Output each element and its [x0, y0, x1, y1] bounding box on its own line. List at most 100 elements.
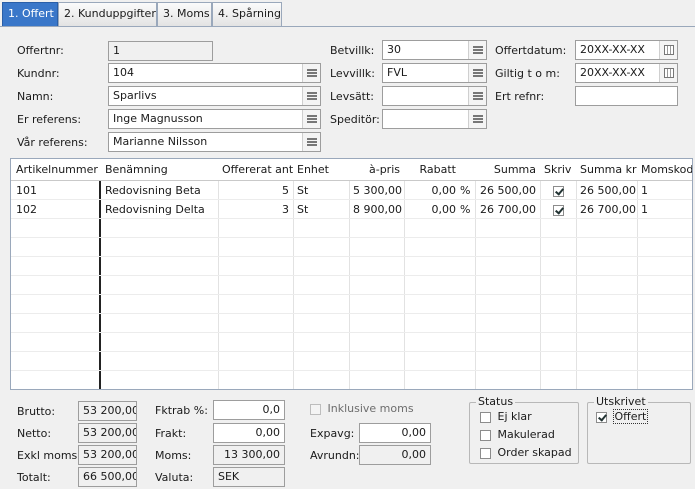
kundnr-label: Kundnr: — [17, 67, 60, 80]
col-artikelnummer[interactable]: Artikelnummer — [12, 159, 99, 181]
ej-klar-option[interactable]: Ej klar — [480, 410, 532, 423]
giltig-tom-value: 20XX-XX-XX — [580, 66, 645, 79]
makulerad-option[interactable]: Makulerad — [480, 428, 555, 441]
kundnr-field[interactable]: 104 — [108, 63, 321, 83]
table-row[interactable]: 101 Redovisning Beta 5 St 5 300,00 0,00 … — [11, 181, 692, 200]
inklusive-moms-option[interactable]: Inklusive moms — [310, 402, 414, 415]
speditor-label: Speditör: — [330, 113, 380, 126]
er-referens-field[interactable]: Inge Magnusson — [108, 109, 321, 129]
brutto-field: 53 200,00 — [78, 401, 137, 421]
col-rabatt[interactable]: Rabatt — [404, 159, 460, 181]
col-skriv[interactable]: Skriv — [540, 159, 576, 181]
offert-option[interactable]: Offert — [596, 409, 649, 424]
exkl-moms-label: Exkl moms: — [17, 449, 81, 462]
inklusive-moms-checkbox[interactable] — [310, 403, 321, 415]
frakt-field[interactable]: 0,00 — [213, 423, 285, 443]
brutto-label: Brutto: — [17, 405, 56, 418]
col-offererat-antal[interactable]: Offererat antal — [218, 159, 293, 181]
valuta-label: Valuta: — [155, 471, 194, 484]
empty-row[interactable] — [11, 352, 692, 371]
tab-offert[interactable]: 1. Offert — [2, 2, 58, 26]
cell-summa: 26 500,00 — [480, 184, 536, 197]
offertdatum-field[interactable]: 20XX-XX-XX — [575, 40, 678, 60]
levsatt-label: Levsätt: — [330, 90, 375, 103]
namn-field[interactable]: Sparlivs — [108, 86, 321, 106]
cell-skriv[interactable] — [540, 200, 576, 219]
empty-row[interactable] — [11, 333, 692, 352]
order-skapad-option[interactable]: Order skapad — [480, 446, 572, 459]
col-momskod[interactable]: Momskod — [637, 159, 692, 181]
col-benamning[interactable]: Benämning — [101, 159, 218, 181]
levvillk-field[interactable]: FVL — [382, 63, 487, 83]
cell-benamning: Redovisning Delta — [105, 203, 205, 216]
empty-row[interactable] — [11, 219, 692, 238]
var-referens-field[interactable]: Marianne Nilsson — [108, 132, 321, 152]
tab-moms[interactable]: 3. Moms — [157, 2, 212, 26]
list-lookup-icon[interactable] — [302, 64, 320, 82]
avrundn-field: 0,00 — [359, 445, 431, 465]
cell-antal: 3 — [282, 203, 289, 216]
skriv-checkbox[interactable] — [552, 185, 564, 197]
col-summa-kr[interactable]: Summa kr — [576, 159, 637, 181]
tab-sparning[interactable]: 4. Spårning — [212, 2, 282, 26]
totalt-label: Totalt: — [17, 471, 51, 484]
offertdatum-label: Offertdatum: — [495, 44, 567, 57]
levvillk-value: FVL — [387, 66, 407, 79]
ej-klar-label: Ej klar — [497, 410, 532, 423]
cell-antal: 5 — [282, 184, 289, 197]
empty-row[interactable] — [11, 276, 692, 295]
frakt-label: Frakt: — [155, 427, 187, 440]
list-lookup-icon[interactable] — [302, 110, 320, 128]
ert-refnr-label: Ert refnr: — [495, 90, 545, 103]
col-enhet[interactable]: Enhet — [293, 159, 349, 181]
list-lookup-icon[interactable] — [468, 87, 486, 105]
expavg-field[interactable]: 0,00 — [359, 423, 431, 443]
makulerad-checkbox[interactable] — [480, 429, 491, 441]
col-apris[interactable]: à-pris — [349, 159, 404, 181]
giltig-tom-label: Giltig t o m: — [495, 67, 560, 80]
betvillk-value: 30 — [387, 43, 401, 56]
cell-summa-kr: 26 700,00 — [580, 203, 636, 216]
valuta-field: SEK — [213, 467, 285, 487]
calendar-icon[interactable] — [659, 41, 677, 59]
table-row[interactable]: 102 Redovisning Delta 3 St 8 900,00 0,00… — [11, 200, 692, 219]
status-group: Status Ej klar Makulerad Order skapad — [469, 396, 579, 464]
list-lookup-icon[interactable] — [468, 64, 486, 82]
article-grid[interactable]: Artikelnummer Benämning Offererat antal … — [10, 158, 693, 390]
offertnr-label: Offertnr: — [17, 44, 64, 57]
order-skapad-checkbox[interactable] — [480, 447, 491, 459]
tab-kunduppgifter[interactable]: 2. Kunduppgifter — [58, 2, 157, 26]
betvillk-field[interactable]: 30 — [382, 40, 487, 60]
col-summa[interactable]: Summa — [475, 159, 540, 181]
empty-row[interactable] — [11, 314, 692, 333]
list-lookup-icon[interactable] — [468, 41, 486, 59]
calendar-icon[interactable] — [659, 64, 677, 82]
ej-klar-checkbox[interactable] — [480, 411, 491, 423]
cell-summa-kr: 26 500,00 — [580, 184, 636, 197]
cell-skriv[interactable] — [540, 181, 576, 200]
totalt-field: 66 500,00 — [78, 467, 137, 487]
netto-field: 53 200,00 — [78, 423, 137, 443]
list-lookup-icon[interactable] — [302, 87, 320, 105]
giltig-tom-field[interactable]: 20XX-XX-XX — [575, 63, 678, 83]
er-referens-label: Er referens: — [17, 113, 82, 126]
utskrivet-group: Utskrivet Offert — [587, 396, 691, 464]
empty-row[interactable] — [11, 295, 692, 314]
betvillk-label: Betvillk: — [330, 44, 375, 57]
levvillk-label: Levvillk: — [330, 67, 375, 80]
speditor-field[interactable] — [382, 109, 487, 129]
moms-label: Moms: — [155, 449, 192, 462]
ert-refnr-field[interactable] — [575, 86, 678, 106]
fktrab-field[interactable]: 0,0 — [213, 400, 285, 420]
status-title: Status — [476, 395, 516, 408]
levsatt-field[interactable] — [382, 86, 487, 106]
cell-apris: 8 900,00 — [353, 203, 402, 216]
list-lookup-icon[interactable] — [468, 110, 486, 128]
offert-checkbox[interactable] — [596, 411, 607, 423]
list-lookup-icon[interactable] — [302, 133, 320, 151]
expavg-label: Expavg: — [310, 427, 355, 440]
empty-row[interactable] — [11, 257, 692, 276]
empty-row[interactable] — [11, 238, 692, 257]
skriv-checkbox[interactable] — [552, 204, 564, 216]
cell-enhet: St — [297, 184, 309, 197]
